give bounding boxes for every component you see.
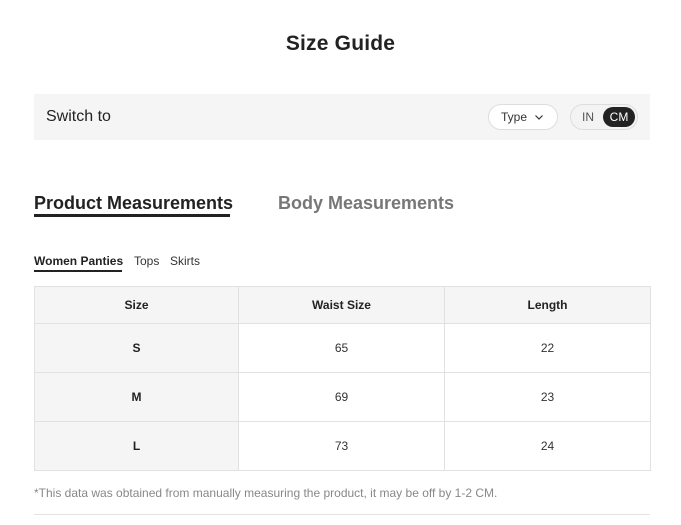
column-header-size: Size — [34, 286, 239, 324]
unit-cm-option[interactable]: CM — [603, 107, 635, 127]
active-subtab-underline — [34, 270, 122, 272]
measurement-note: *This data was obtained from manually me… — [34, 486, 498, 500]
length-cell: 22 — [444, 323, 651, 373]
waist-cell: 69 — [238, 372, 445, 422]
table-row: M 69 23 — [34, 372, 651, 422]
chevron-down-icon — [535, 115, 543, 120]
length-cell: 24 — [444, 421, 651, 471]
switch-to-label: Switch to — [46, 108, 111, 125]
length-cell: 23 — [444, 372, 651, 422]
type-dropdown[interactable]: Type — [488, 104, 558, 130]
unit-in-option[interactable]: IN — [573, 107, 603, 127]
waist-cell: 73 — [238, 421, 445, 471]
subtab-skirts[interactable]: Skirts — [170, 254, 200, 268]
column-header-waist-size: Waist Size — [238, 286, 445, 324]
divider — [34, 514, 650, 515]
unit-toggle[interactable]: IN CM — [570, 104, 638, 130]
column-header-length: Length — [444, 286, 651, 324]
subtab-women-panties[interactable]: Women Panties — [34, 254, 123, 268]
size-cell: S — [34, 323, 239, 373]
page-title: Size Guide — [285, 32, 396, 55]
subtab-tops[interactable]: Tops — [134, 254, 159, 268]
table-row: S 65 22 — [34, 323, 651, 373]
unit-switch-bar: Switch to Type IN CM — [34, 94, 650, 140]
waist-cell: 65 — [238, 323, 445, 373]
size-cell: L — [34, 421, 239, 471]
table-header-row: Size Waist Size Length — [34, 286, 651, 324]
table-row: L 73 24 — [34, 421, 651, 471]
size-cell: M — [34, 372, 239, 422]
tab-body-measurements[interactable]: Body Measurements — [278, 193, 454, 214]
tab-product-measurements[interactable]: Product Measurements — [34, 193, 233, 214]
active-tab-underline — [34, 214, 230, 217]
size-table: Size Waist Size Length S 65 22 M 69 23 L… — [34, 286, 651, 471]
type-dropdown-value: Type — [500, 110, 527, 124]
